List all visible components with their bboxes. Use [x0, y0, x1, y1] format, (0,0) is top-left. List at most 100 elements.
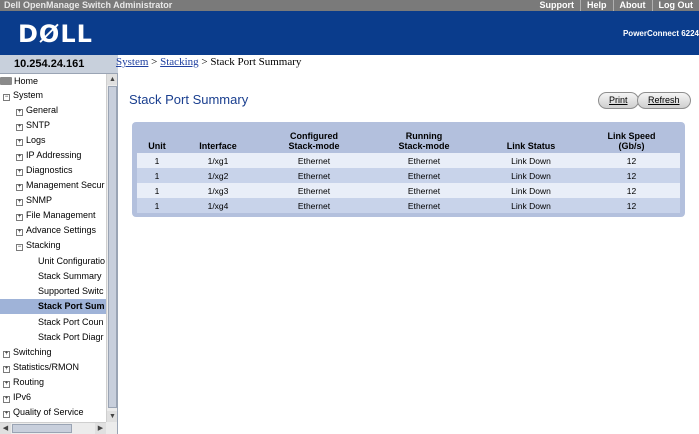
breadcrumb: System > Stacking > Stack Port Summary	[116, 56, 301, 68]
nav-home-label: Home	[14, 76, 39, 86]
scroll-up-icon[interactable]: ▲	[107, 74, 117, 85]
breadcrumb-system-link[interactable]: System	[116, 56, 148, 68]
cell-link-speed: 12	[583, 183, 680, 198]
cell-link-speed: 12	[583, 168, 680, 183]
nav-stack-port-diagnostics-label: Stack Port Diagr	[38, 332, 104, 342]
help-link[interactable]: Help	[579, 0, 613, 11]
top-links: Support Help About Log Out	[533, 0, 699, 11]
cell-unit: 1	[137, 168, 177, 183]
nav-system[interactable]: − System	[3, 88, 109, 103]
nav-horizontal-scrollbar[interactable]: ◀ ▶	[0, 422, 106, 434]
breadcrumb-stacking-link[interactable]: Stacking	[160, 56, 199, 68]
nav-vertical-scrollbar[interactable]: ▲ ▼	[106, 74, 117, 422]
nav-ip-addressing-label: IP Addressing	[26, 150, 82, 160]
cell-unit: 1	[137, 198, 177, 213]
nav-statistics-rmon[interactable]: + Statistics/RMON	[3, 360, 109, 375]
expand-icon[interactable]: +	[16, 199, 23, 206]
ip-address-bar: 10.254.24.161	[0, 55, 118, 74]
header-link-status: Link Status	[506, 141, 556, 151]
scroll-thumb[interactable]	[12, 424, 72, 433]
support-link[interactable]: Support	[533, 0, 580, 11]
nav-management-security[interactable]: + Management Secur	[16, 178, 117, 193]
nav-quality-of-service[interactable]: + Quality of Service	[3, 405, 109, 420]
scroll-thumb[interactable]	[108, 86, 117, 408]
page-title: Stack Port Summary	[129, 92, 249, 107]
cell-running: Ethernet	[369, 198, 479, 213]
nav-advance-settings-label: Advance Settings	[26, 225, 97, 235]
expand-icon[interactable]: +	[3, 351, 10, 358]
print-button[interactable]: Print	[598, 92, 639, 109]
header-line: Stack-mode	[398, 141, 450, 151]
collapse-icon[interactable]: −	[3, 94, 10, 101]
nav-stack-port-summary[interactable]: Stack Port Sum	[0, 299, 106, 314]
nav-snmp-label: SNMP	[26, 195, 53, 205]
expand-icon[interactable]: +	[3, 396, 10, 403]
nav-ipv6-label: IPv6	[13, 392, 32, 402]
nav-stacking[interactable]: − Stacking	[16, 238, 117, 253]
ip-address: 10.254.24.161	[14, 58, 85, 70]
cell-link-status: Link Down	[479, 198, 583, 213]
scrollbar-corner	[106, 422, 117, 434]
stack-port-table: Unit Interface Configured Stack-mode Runn…	[137, 127, 680, 213]
cell-link-speed: 12	[583, 153, 680, 168]
scroll-right-icon[interactable]: ▶	[95, 423, 106, 434]
expand-icon[interactable]: +	[16, 169, 23, 176]
cell-running: Ethernet	[369, 168, 479, 183]
expand-icon[interactable]: +	[16, 154, 23, 161]
nav-stacking-label: Stacking	[26, 240, 61, 250]
expand-icon[interactable]: +	[3, 366, 10, 373]
nav-supported-switches-label: Supported Switc	[38, 286, 104, 296]
dell-logo: DØLL	[18, 20, 93, 48]
logout-link[interactable]: Log Out	[651, 0, 699, 11]
nav-general[interactable]: + General	[16, 103, 117, 118]
expand-icon[interactable]: +	[16, 229, 23, 236]
nav-quality-of-service-label: Quality of Service	[13, 407, 84, 417]
expand-icon[interactable]: +	[16, 214, 23, 221]
cell-interface: 1/xg2	[177, 168, 259, 183]
expand-icon[interactable]: +	[16, 184, 23, 191]
cell-configured: Ethernet	[259, 153, 369, 168]
nav-switching-label: Switching	[13, 347, 52, 357]
nav-sntp[interactable]: + SNTP	[16, 118, 117, 133]
expand-icon[interactable]: +	[16, 139, 23, 146]
nav-routing[interactable]: + Routing	[3, 375, 109, 390]
expand-icon[interactable]: +	[3, 381, 10, 388]
collapse-icon[interactable]: −	[16, 244, 23, 251]
scroll-down-icon[interactable]: ▼	[107, 411, 117, 422]
nav-unit-configuration-label: Unit Configuratio	[38, 256, 106, 266]
expand-icon[interactable]: +	[16, 109, 23, 116]
main-content: Stack Port Summary Print Refresh Unit In…	[119, 74, 699, 434]
cell-interface: 1/xg4	[177, 198, 259, 213]
breadcrumb-separator: >	[198, 56, 211, 68]
cell-interface: 1/xg3	[177, 183, 259, 198]
nav-logs-label: Logs	[26, 135, 46, 145]
scroll-left-icon[interactable]: ◀	[0, 423, 11, 434]
nav-snmp[interactable]: + SNMP	[16, 193, 117, 208]
expand-icon[interactable]: +	[3, 411, 10, 418]
nav-stack-port-summary-label: Stack Port Sum	[38, 301, 105, 311]
nav-home[interactable]: Home	[0, 74, 106, 89]
cell-configured: Ethernet	[259, 198, 369, 213]
product-name: PowerConnect 6224	[622, 29, 699, 38]
cell-configured: Ethernet	[259, 183, 369, 198]
nav-ip-addressing[interactable]: + IP Addressing	[16, 148, 117, 163]
nav-switching[interactable]: + Switching	[3, 345, 109, 360]
table-header-row: Unit Interface Configured Stack-mode Runn…	[137, 127, 680, 153]
nav-advance-settings[interactable]: + Advance Settings	[16, 223, 117, 238]
nav-logs[interactable]: + Logs	[16, 133, 117, 148]
header-configured-stack-mode: Configured Stack-mode	[259, 127, 369, 153]
navigation-tree: Home − System + General + SNTP + Logs + IP Ad…	[0, 74, 118, 434]
header-interface: Interface	[199, 141, 237, 151]
cell-running: Ethernet	[369, 153, 479, 168]
expand-icon[interactable]: +	[16, 124, 23, 131]
header-line: Running	[405, 131, 443, 141]
nav-diagnostics[interactable]: + Diagnostics	[16, 163, 117, 178]
about-link[interactable]: About	[612, 0, 652, 11]
nav-sntp-label: SNTP	[26, 120, 51, 130]
table-row: 1 1/xg2 Ethernet Ethernet Link Down 12	[137, 168, 680, 183]
nav-file-management-label: File Management	[26, 210, 96, 220]
nav-file-management[interactable]: + File Management	[16, 208, 117, 223]
header-line: (Gb/s)	[618, 141, 645, 151]
refresh-button[interactable]: Refresh	[637, 92, 691, 109]
nav-ipv6[interactable]: + IPv6	[3, 390, 109, 405]
